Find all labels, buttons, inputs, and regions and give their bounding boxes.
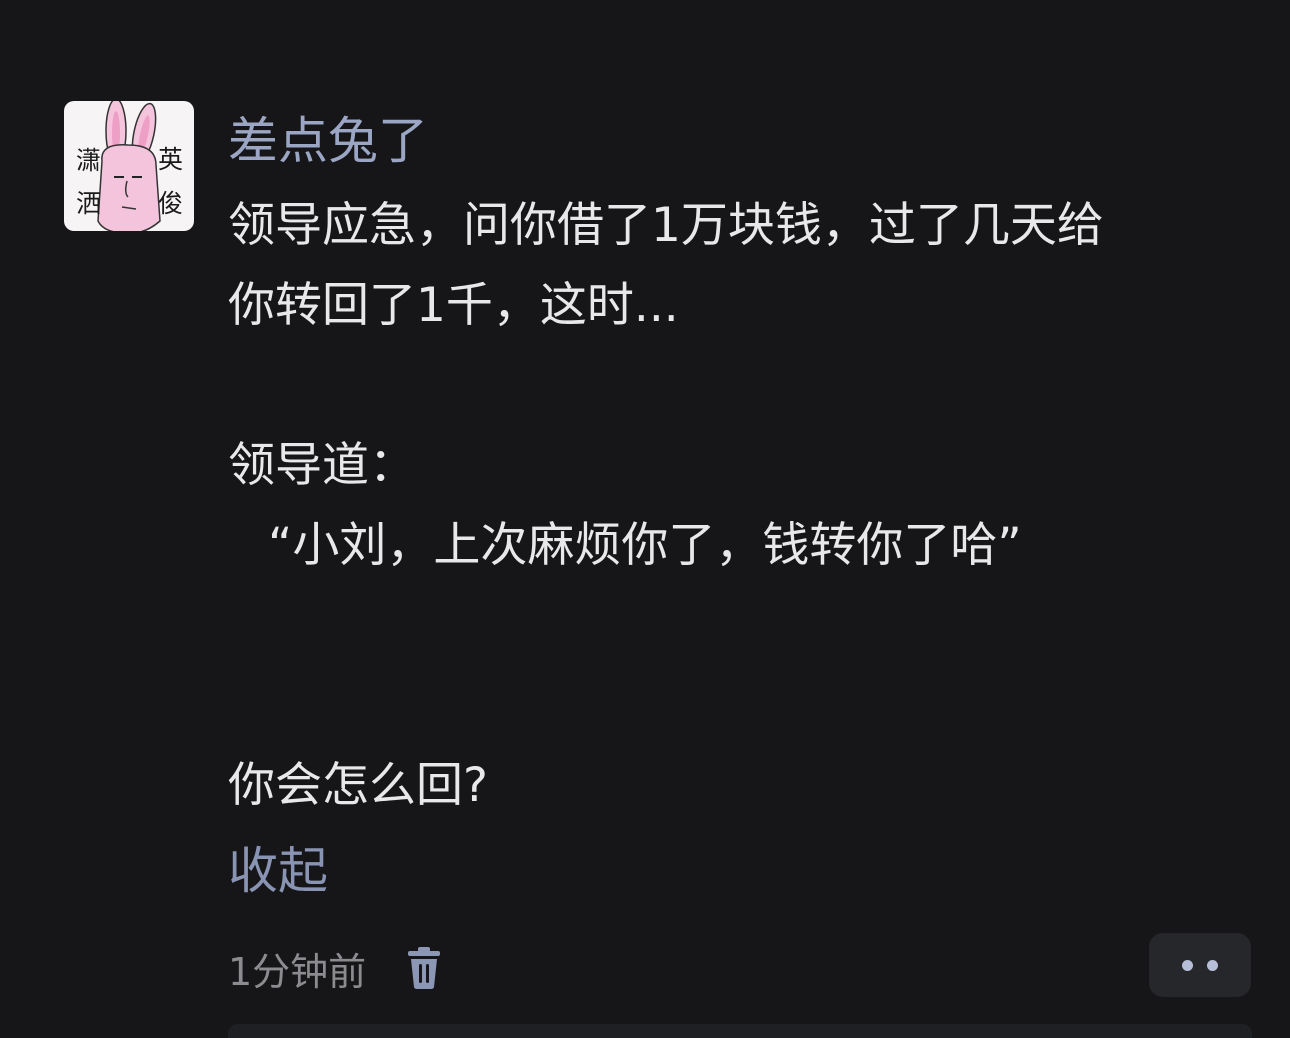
more-dots-icon <box>1182 960 1193 971</box>
next-card-edge <box>228 1024 1252 1038</box>
avatar-char: 英 <box>158 145 184 174</box>
more-dots-icon <box>1207 960 1218 971</box>
content-line: “小刘，上次麻烦你了，钱转你了哈” <box>268 518 1022 573</box>
content-line: 你转回了1千，这时... <box>228 278 679 333</box>
avatar-char: 俊 <box>158 189 184 218</box>
avatar[interactable]: 潇 洒 英 俊 <box>64 101 194 231</box>
comment-post: 潇 洒 英 俊 差点兔了 领导应急，问你借了1万块钱，过了几天给 你转回了1千，… <box>0 0 1290 1038</box>
avatar-char: 潇 <box>76 146 102 175</box>
timestamp: 1分钟前 <box>228 949 367 994</box>
collapse-link[interactable]: 收起 <box>228 838 328 904</box>
content-line: 领导道： <box>228 438 416 493</box>
comment-meta: 1分钟前 <box>228 938 442 998</box>
content-line: 领导应急，问你借了1万块钱，过了几天给 <box>228 198 1104 253</box>
avatar-char: 洒 <box>76 189 102 218</box>
content-line: 你会怎么回? <box>228 758 488 813</box>
comment-content: 领导应急，问你借了1万块钱，过了几天给 你转回了1千，这时... 领导道： “小… <box>228 186 1228 826</box>
trash-icon[interactable] <box>406 946 442 990</box>
more-options-button[interactable] <box>1149 933 1251 997</box>
username[interactable]: 差点兔了 <box>228 108 428 174</box>
